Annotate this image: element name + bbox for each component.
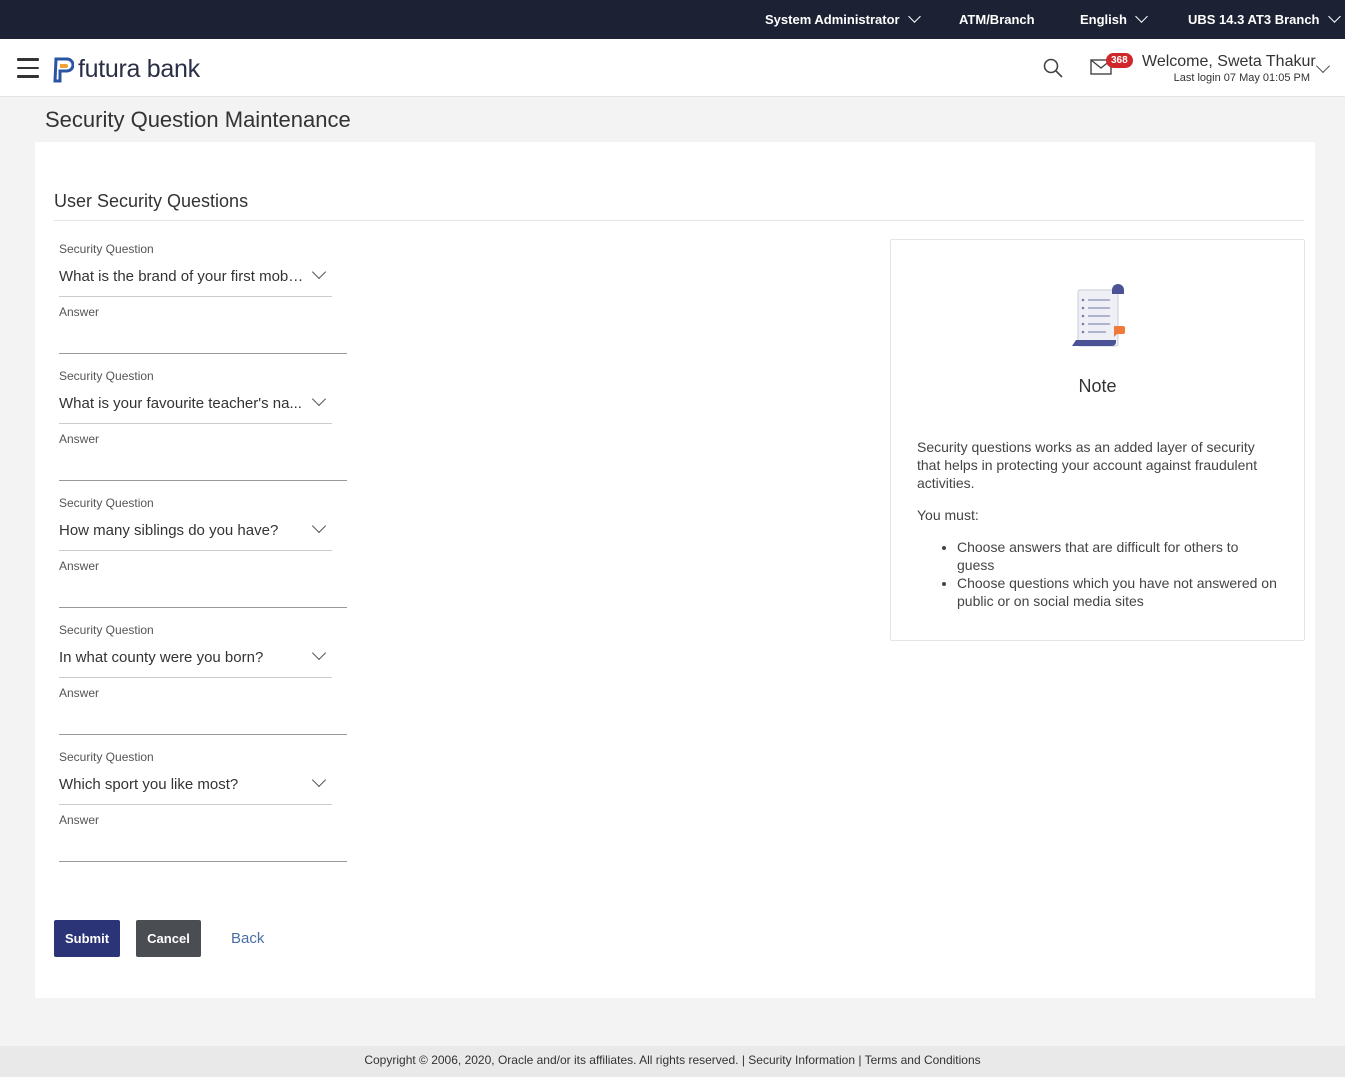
footer-separator: | (738, 1053, 749, 1067)
terms-link[interactable]: Terms and Conditions (865, 1053, 981, 1067)
submit-button[interactable]: Submit (54, 920, 120, 957)
divider (54, 220, 1304, 221)
search-icon[interactable] (1043, 58, 1063, 78)
branch-label: UBS 14.3 AT3 Branch (1188, 12, 1320, 27)
brand-name: futura bank (78, 55, 200, 83)
last-login-text: Last login 07 May 01:05 PM (1173, 72, 1310, 84)
chevron-down-icon (311, 391, 327, 407)
cancel-button[interactable]: Cancel (136, 920, 201, 957)
question-label: Security Question (59, 623, 154, 637)
note-point: Choose answers that are difficult for ot… (957, 538, 1277, 574)
chevron-down-icon (1135, 10, 1148, 23)
chevron-down-icon (311, 518, 327, 534)
question-select-1[interactable]: What is the brand of your first mobi... (59, 264, 332, 297)
answer-input-1[interactable] (59, 325, 347, 354)
note-body: Security questions works as an added lay… (917, 438, 1277, 610)
chevron-down-icon (311, 264, 327, 280)
entity-link[interactable]: ATM/Branch (959, 12, 1035, 27)
answer-label: Answer (59, 813, 100, 827)
welcome-text: Welcome, Sweta Thakur (1142, 53, 1316, 70)
main-panel: User Security Questions Security Questio… (35, 142, 1315, 998)
branch-dropdown[interactable]: UBS 14.3 AT3 Branch (1188, 10, 1341, 27)
footer: Copyright © 2006, 2020, Oracle and/or it… (0, 1046, 1345, 1077)
answer-input-4[interactable] (59, 706, 347, 735)
section-title: User Security Questions (54, 191, 249, 211)
note-card: Note Security questions works as an adde… (890, 239, 1305, 641)
page-title: Security Question Maintenance (45, 107, 351, 132)
header: futura bank 368 Welcome, Sweta Thakur La… (0, 39, 1345, 97)
security-info-link[interactable]: Security Information (748, 1053, 855, 1067)
chevron-down-icon (907, 10, 921, 23)
language-dropdown[interactable]: English (1080, 10, 1148, 27)
question-value: What is the brand of your first mobi... (59, 268, 304, 285)
futura-logo-icon (53, 57, 74, 82)
question-group-1: Security Question What is the brand of y… (59, 242, 349, 354)
question-select-5[interactable]: Which sport you like most? (59, 772, 332, 805)
role-dropdown[interactable]: System Administrator (765, 10, 921, 27)
chevron-down-icon (1327, 10, 1341, 23)
question-select-2[interactable]: What is your favourite teacher's na... (59, 391, 332, 424)
footer-separator: | (855, 1053, 865, 1067)
entity-label: ATM/Branch (959, 12, 1035, 27)
answer-label: Answer (59, 432, 100, 446)
question-label: Security Question (59, 242, 154, 256)
question-select-4[interactable]: In what county were you born? (59, 645, 332, 678)
scroll-document-icon (1072, 284, 1125, 347)
question-value: Which sport you like most? (59, 776, 239, 793)
answer-label: Answer (59, 305, 100, 319)
question-select-3[interactable]: How many siblings do you have? (59, 518, 332, 551)
chevron-down-icon[interactable] (1315, 58, 1331, 74)
chevron-down-icon (311, 772, 327, 788)
answer-input-5[interactable] (59, 833, 347, 862)
back-link[interactable]: Back (231, 930, 264, 947)
brand-logo[interactable]: futura bank (50, 55, 200, 84)
chevron-down-icon (311, 645, 327, 661)
copyright-text: Copyright © 2006, 2020, Oracle and/or it… (364, 1053, 739, 1067)
top-bar: System Administrator ATM/Branch English … (0, 0, 1345, 39)
note-list: Choose answers that are difficult for ot… (957, 538, 1277, 610)
answer-label: Answer (59, 686, 100, 700)
answer-input-3[interactable] (59, 579, 347, 608)
question-label: Security Question (59, 369, 154, 383)
note-point: Choose questions which you have not answ… (957, 574, 1277, 610)
question-value: How many siblings do you have? (59, 522, 279, 539)
notification-badge[interactable]: 368 (1106, 53, 1133, 68)
note-title: Note (1078, 376, 1117, 396)
role-label: System Administrator (765, 12, 900, 27)
question-value: What is your favourite teacher's na... (59, 395, 302, 412)
question-group-2: Security Question What is your favourite… (59, 369, 349, 481)
question-group-5: Security Question Which sport you like m… (59, 750, 349, 862)
question-group-4: Security Question In what county were yo… (59, 623, 349, 735)
menu-icon[interactable] (17, 58, 39, 78)
note-must: You must: (917, 507, 979, 523)
answer-label: Answer (59, 559, 100, 573)
answer-input-2[interactable] (59, 452, 347, 481)
question-value: In what county were you born? (59, 649, 264, 666)
question-label: Security Question (59, 750, 154, 764)
question-group-3: Security Question How many siblings do y… (59, 496, 349, 608)
language-label: English (1080, 12, 1127, 27)
note-intro: Security questions works as an added lay… (917, 439, 1258, 491)
question-label: Security Question (59, 496, 154, 510)
